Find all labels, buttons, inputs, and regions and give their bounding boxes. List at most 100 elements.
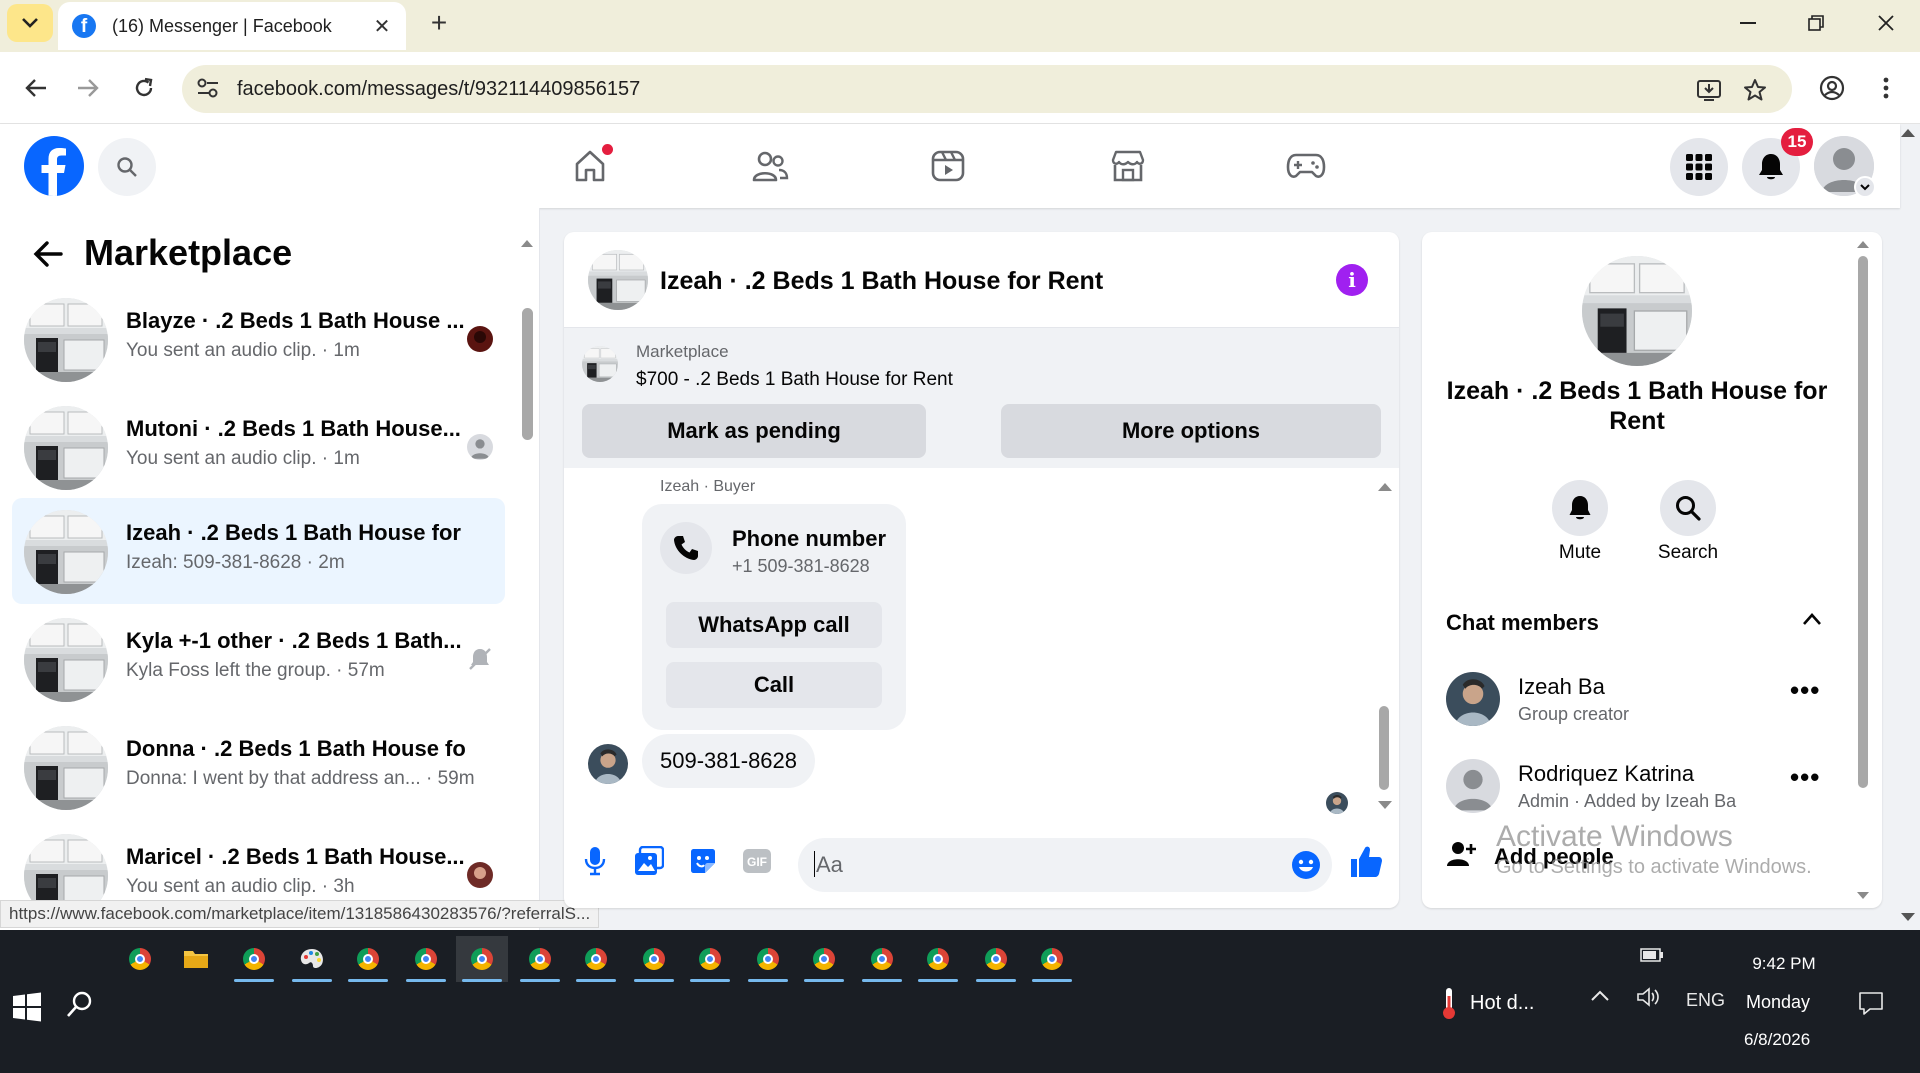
more-options-icon[interactable]: ••• [1790, 677, 1826, 708]
profile-menu-icon[interactable] [1814, 70, 1850, 106]
mark-as-pending-button[interactable]: Mark as pending [582, 404, 926, 458]
photo-icon [635, 846, 664, 875]
whatsapp-call-button[interactable]: WhatsApp call [666, 602, 882, 648]
weather-widget[interactable]: Hot d... [1440, 986, 1534, 1020]
close-window-button[interactable] [1858, 6, 1914, 40]
clock-day[interactable]: Monday [1746, 992, 1810, 1013]
taskbar-chrome-window[interactable] [228, 936, 280, 982]
taskbar-chrome-window[interactable] [514, 936, 566, 982]
taskbar-search-icon[interactable] [66, 990, 94, 1018]
account-chevron-down-icon[interactable] [1854, 176, 1876, 198]
attach-photo-button[interactable] [632, 844, 666, 878]
taskbar-chrome-window[interactable] [684, 936, 736, 982]
facebook-search-button[interactable] [98, 138, 156, 196]
thumbs-up-icon[interactable] [1348, 844, 1384, 880]
taskbar-chrome-window[interactable] [856, 936, 908, 982]
back-arrow-button[interactable] [30, 236, 66, 272]
nav-gaming[interactable] [1284, 144, 1328, 188]
bookmark-star-icon[interactable] [1740, 75, 1770, 105]
reload-button[interactable] [126, 70, 162, 106]
mute-button[interactable] [1552, 480, 1608, 536]
install-app-icon[interactable] [1694, 75, 1724, 105]
conversation-title[interactable]: Izeah · .2 Beds 1 Bath House for Rent [660, 267, 1103, 296]
listing-title[interactable]: $700 - .2 Beds 1 Bath House for Rent [636, 369, 953, 391]
action-center-icon[interactable] [1858, 990, 1884, 1016]
minimize-button[interactable] [1720, 6, 1776, 40]
search-in-conversation-button[interactable] [1660, 480, 1716, 536]
tab-close-icon[interactable]: ✕ [370, 14, 394, 38]
nav-friends[interactable] [748, 144, 792, 188]
member-name: Rodriquez Katrina [1518, 761, 1695, 786]
taskbar-file-explorer[interactable] [170, 936, 222, 982]
chat-preview: You sent an audio clip. · 1m [126, 448, 360, 469]
gif-icon: GIF [743, 849, 771, 873]
group-avatar[interactable] [1582, 256, 1692, 366]
chat-row[interactable]: Kyla +-1 other · .2 Beds 1 Bath... Kyla … [12, 606, 505, 712]
taskbar-chrome-window[interactable] [342, 936, 394, 982]
member-row[interactable]: Rodriquez Katrina Admin · Added by Izeah… [1446, 755, 1846, 825]
address-bar[interactable]: facebook.com/messages/t/932114409856157 [182, 65, 1792, 113]
taskbar-chrome-window[interactable] [742, 936, 794, 982]
page-scroll-up-arrow-icon[interactable] [1900, 126, 1916, 138]
info-icon[interactable]: i [1336, 264, 1368, 296]
chat-row[interactable]: Mutoni · .2 Beds 1 Bath House... You sen… [12, 394, 505, 500]
browser-menu-icon[interactable] [1868, 70, 1904, 106]
chat-name: Donna · .2 Beds 1 Bath House fo... [126, 736, 466, 761]
scroll-up-arrow-icon[interactable] [1856, 238, 1870, 250]
clock-date[interactable]: 6/8/2026 [1744, 1030, 1810, 1050]
conversation-scroll-thumb[interactable] [1379, 706, 1389, 790]
nav-marketplace[interactable] [1106, 144, 1150, 188]
facebook-logo-icon[interactable] [24, 136, 84, 196]
show-hidden-icons-button[interactable] [1590, 990, 1610, 1002]
site-info-icon[interactable] [196, 77, 220, 99]
taskbar-chrome-window[interactable] [400, 936, 452, 982]
chat-row-selected[interactable]: Izeah · .2 Beds 1 Bath House for ... Ize… [12, 498, 505, 604]
scroll-down-arrow-icon[interactable] [1377, 800, 1393, 812]
scroll-up-arrow-icon[interactable] [1377, 480, 1393, 492]
chat-row[interactable]: Donna · .2 Beds 1 Bath House fo... Donna… [12, 714, 505, 820]
battery-icon[interactable] [1640, 948, 1664, 962]
taskbar-chrome-window[interactable] [628, 936, 680, 982]
input-language[interactable]: ENG [1686, 990, 1725, 1011]
nav-video[interactable] [926, 144, 970, 188]
chat-members-heading[interactable]: Chat members [1446, 610, 1599, 636]
add-people-button[interactable]: Add people [1494, 844, 1614, 870]
chat-list-scroll-thumb[interactable] [522, 308, 533, 440]
info-panel-scroll-thumb[interactable] [1858, 256, 1868, 788]
taskbar-chrome-window[interactable] [798, 936, 850, 982]
taskbar-chrome-window-active[interactable] [456, 936, 508, 982]
taskbar-chrome-window[interactable] [970, 936, 1022, 982]
tab-search-button[interactable] [7, 4, 53, 42]
member-row[interactable]: Izeah Ba Group creator ••• [1446, 668, 1846, 738]
clock-time[interactable]: 9:42 PM [1750, 954, 1818, 974]
taskbar-chrome-window[interactable] [570, 936, 622, 982]
volume-button[interactable] [1636, 986, 1662, 1008]
new-tab-button[interactable]: + [424, 7, 454, 38]
message-input[interactable]: Aa [798, 838, 1332, 892]
page-scroll-down-arrow-icon[interactable] [1900, 912, 1916, 924]
gif-button[interactable]: GIF [740, 844, 774, 878]
message-bubble[interactable]: 509-381-8628 [642, 734, 816, 788]
conversation-avatar[interactable] [588, 250, 648, 310]
emoji-icon[interactable] [1291, 850, 1321, 880]
taskbar-chrome-window[interactable] [1026, 936, 1078, 982]
scroll-down-arrow-icon[interactable] [1856, 890, 1870, 902]
chevron-up-icon[interactable] [1802, 612, 1822, 626]
voice-clip-button[interactable] [578, 844, 612, 878]
more-options-button[interactable]: More options [1001, 404, 1381, 458]
menu-button[interactable] [1670, 138, 1728, 196]
taskbar-chrome-window[interactable] [912, 936, 964, 982]
sticker-button[interactable] [686, 844, 720, 878]
forward-button[interactable] [70, 70, 106, 106]
listing-thumbnail[interactable] [582, 346, 618, 382]
more-options-icon[interactable]: ••• [1790, 764, 1826, 795]
add-person-icon[interactable] [1446, 840, 1476, 868]
restore-button[interactable] [1788, 6, 1844, 40]
browser-tab-active[interactable]: f (16) Messenger | Facebook ✕ [58, 2, 406, 50]
taskbar-chrome-pinned[interactable] [114, 936, 166, 982]
windows-start-icon[interactable] [12, 992, 42, 1022]
taskbar-paint-app[interactable] [286, 936, 338, 982]
back-button[interactable] [18, 70, 54, 106]
call-button[interactable]: Call [666, 662, 882, 708]
chat-row[interactable]: Blayze · .2 Beds 1 Bath House ... You se… [12, 286, 505, 392]
